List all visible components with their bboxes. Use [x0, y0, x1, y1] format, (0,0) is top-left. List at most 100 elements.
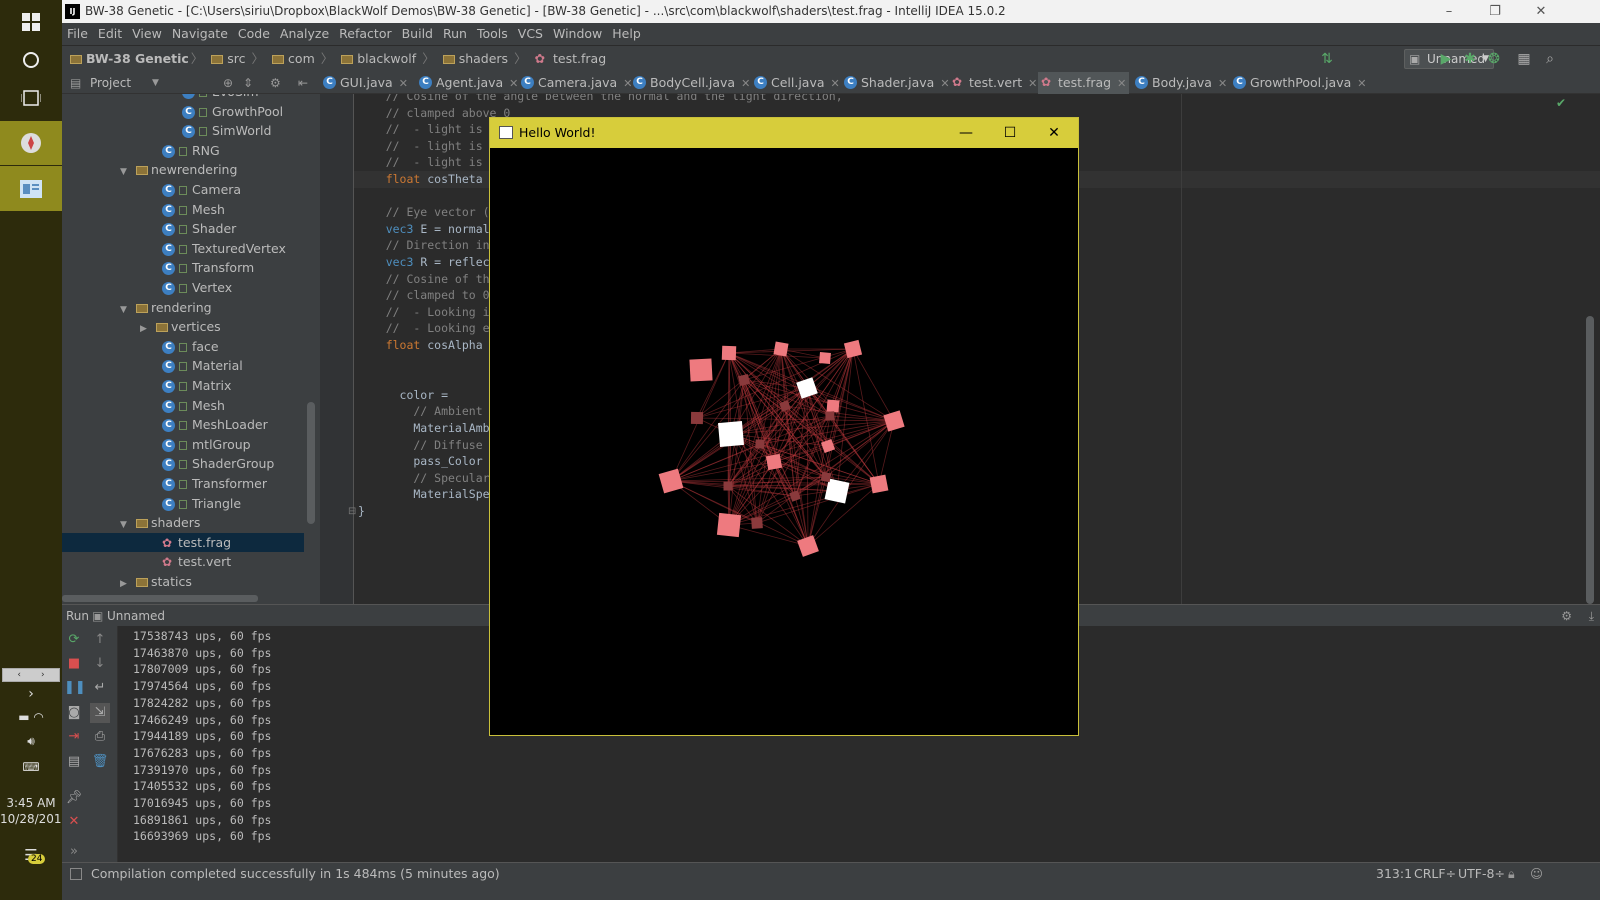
tree-item[interactable]: C Triangle — [62, 494, 304, 514]
tree-item[interactable]: ✿ test.vert — [62, 552, 304, 572]
tab-close-icon[interactable]: ✕ — [1117, 77, 1126, 90]
breadcrumb-com[interactable]: com — [288, 51, 315, 66]
collapse-arrow-icon[interactable]: ▶ — [120, 575, 136, 595]
tree-item[interactable]: Cface — [62, 337, 304, 357]
build-icon[interactable]: ⇅ — [1317, 49, 1337, 69]
chevron-down-icon[interactable]: ▼ — [152, 72, 159, 94]
tab-camera-java[interactable]: C Camera.java ✕ — [518, 72, 632, 94]
dump-threads-icon[interactable]: ◙ — [64, 703, 84, 723]
collapse-icon[interactable]: ⇕ — [243, 72, 253, 94]
tree-item[interactable]: C Mesh — [62, 396, 304, 416]
tree-item[interactable]: CmtlGroup — [62, 435, 304, 455]
tab-body-java[interactable]: C Body.java ✕ — [1132, 72, 1227, 94]
close-button[interactable]: ✕ — [1032, 118, 1076, 148]
menu-help[interactable]: Help — [607, 23, 646, 45]
soft-wrap-icon[interactable]: ↵ — [90, 678, 110, 698]
minimize-button[interactable]: — — [944, 118, 988, 148]
tree-item[interactable]: C SimWorld — [62, 121, 304, 141]
menu-navigate[interactable]: Navigate — [167, 23, 233, 45]
run-panel-config[interactable]: Unnamed — [107, 605, 165, 627]
intellij-taskbar-icon[interactable] — [0, 166, 62, 211]
tab-test-vert[interactable]: ✿ test.vert ✕ — [949, 72, 1037, 94]
menu-build[interactable]: Build — [397, 23, 438, 45]
tree-item[interactable]: C TexturedVertex — [62, 239, 304, 259]
tab-shader-java[interactable]: C Shader.java ✕ — [841, 72, 950, 94]
close-icon[interactable]: ✕ — [64, 812, 84, 832]
caret-position[interactable]: 313:1 — [1376, 866, 1412, 881]
tab-test-frag[interactable]: ✿ test.frag ✕ — [1038, 72, 1129, 94]
rerun-icon[interactable]: ⟳ — [64, 630, 84, 650]
menu-tools[interactable]: Tools — [472, 23, 513, 45]
project-tree-hscrollbar[interactable] — [62, 595, 258, 602]
hector-icon[interactable]: ☺ — [1530, 866, 1543, 881]
restore-button[interactable]: ❐ — [1472, 0, 1518, 23]
tree-item[interactable]: C Mesh — [62, 200, 304, 220]
tab-close-icon[interactable]: ✕ — [509, 77, 518, 90]
debug-icon[interactable]: ✱ — [1460, 49, 1480, 69]
pin-icon[interactable]: 📌︎ — [64, 788, 84, 808]
task-view-icon[interactable] — [0, 76, 62, 120]
tab-bodycell-java[interactable]: C BodyCell.java ✕ — [630, 72, 750, 94]
keyboard-icon[interactable]: ⌨ — [0, 760, 62, 774]
tree-item[interactable]: C Camera — [62, 180, 304, 200]
menu-edit[interactable]: Edit — [93, 23, 127, 45]
file-encoding[interactable]: UTF-8÷ — [1458, 866, 1505, 881]
tab-agent-java[interactable]: C Agent.java ✕ — [416, 72, 518, 94]
notification-center-icon[interactable]: ☰ 24 — [0, 846, 62, 870]
breadcrumb-src[interactable]: src — [227, 51, 245, 66]
menu-view[interactable]: View — [127, 23, 167, 45]
minimize-button[interactable]: – — [1426, 0, 1472, 23]
hide-panel-icon[interactable]: ⇤ — [298, 72, 308, 94]
project-structure-icon[interactable]: ▦ — [1514, 49, 1534, 69]
tree-item[interactable]: C EvoSim — [62, 94, 304, 102]
tree-item[interactable]: C Transform — [62, 258, 304, 278]
run-icon[interactable]: ▶ — [1436, 49, 1456, 69]
tool-window-toggle-icon[interactable] — [70, 868, 82, 880]
scroll-down-icon[interactable]: ↓ — [90, 654, 110, 674]
tab-gui-java[interactable]: C GUI.java ✕ — [320, 72, 408, 94]
breadcrumb-blackwolf[interactable]: blackwolf — [357, 51, 416, 66]
gear-icon[interactable]: ⚙ — [270, 72, 281, 94]
inspection-ok-icon[interactable]: ✔ — [1556, 96, 1566, 110]
tab-close-icon[interactable]: ✕ — [831, 77, 840, 90]
layout-icon[interactable]: ▤ — [64, 752, 84, 772]
editor-scrollbar[interactable] — [1586, 316, 1594, 604]
menu-analyze[interactable]: Analyze — [275, 23, 334, 45]
tree-item[interactable]: ▶ vertices — [62, 317, 304, 337]
project-view-select[interactable]: Project — [90, 72, 131, 94]
tree-item[interactable]: ▼ newrendering — [62, 160, 304, 180]
menu-code[interactable]: Code — [233, 23, 275, 45]
project-tree-scrollbar[interactable] — [307, 402, 315, 524]
stop-icon[interactable]: ■ — [64, 654, 84, 674]
clear-all-icon[interactable]: 🗑︎ — [90, 752, 110, 772]
tree-item[interactable]: ▼ rendering — [62, 298, 304, 318]
scroll-up-icon[interactable]: ↑ — [90, 630, 110, 650]
volume-icon[interactable]: 🔊︎ — [0, 734, 62, 749]
exit-icon[interactable]: ⇥ — [64, 727, 84, 747]
tree-item[interactable]: ▶ statics — [62, 572, 304, 592]
breadcrumb-file[interactable]: test.frag — [553, 51, 606, 66]
scroll-to-end-icon[interactable]: ⇲ — [90, 703, 110, 723]
breadcrumb-project[interactable]: BW-38 Genetic — [86, 51, 189, 66]
tab-close-icon[interactable]: ✕ — [399, 77, 408, 90]
more-icon[interactable]: » — [64, 842, 84, 862]
close-button[interactable]: ✕ — [1518, 0, 1564, 23]
tree-item[interactable]: C Shader — [62, 219, 304, 239]
menu-window[interactable]: Window — [548, 23, 607, 45]
sync-icon[interactable]: ⊕ — [223, 72, 233, 94]
tab-close-icon[interactable]: ✕ — [1357, 77, 1366, 90]
tab-close-icon[interactable]: ✕ — [1218, 77, 1227, 90]
tab-cell-java[interactable]: C Cell.java ✕ — [751, 72, 840, 94]
tree-item[interactable]: ▼ shaders — [62, 513, 304, 533]
maximize-button[interactable]: ☐ — [988, 118, 1032, 148]
tray-scroll[interactable]: ‹ › — [0, 666, 62, 682]
tab-growthpool-java[interactable]: C GrowthPool.java ✕ — [1230, 72, 1367, 94]
tree-item[interactable]: C Transformer — [62, 474, 304, 494]
tree-item[interactable]: C GrowthPool — [62, 102, 304, 122]
compass-app-icon[interactable] — [0, 121, 62, 165]
hide-panel-icon[interactable]: ⤓ — [1589, 605, 1594, 627]
clock-date[interactable]: 10/28/2016 — [0, 812, 69, 826]
battery-network-icon[interactable]: ▬ ◠ — [0, 710, 62, 724]
menu-refactor[interactable]: Refactor — [334, 23, 396, 45]
tree-item[interactable]: C ShaderGroup — [62, 454, 304, 474]
